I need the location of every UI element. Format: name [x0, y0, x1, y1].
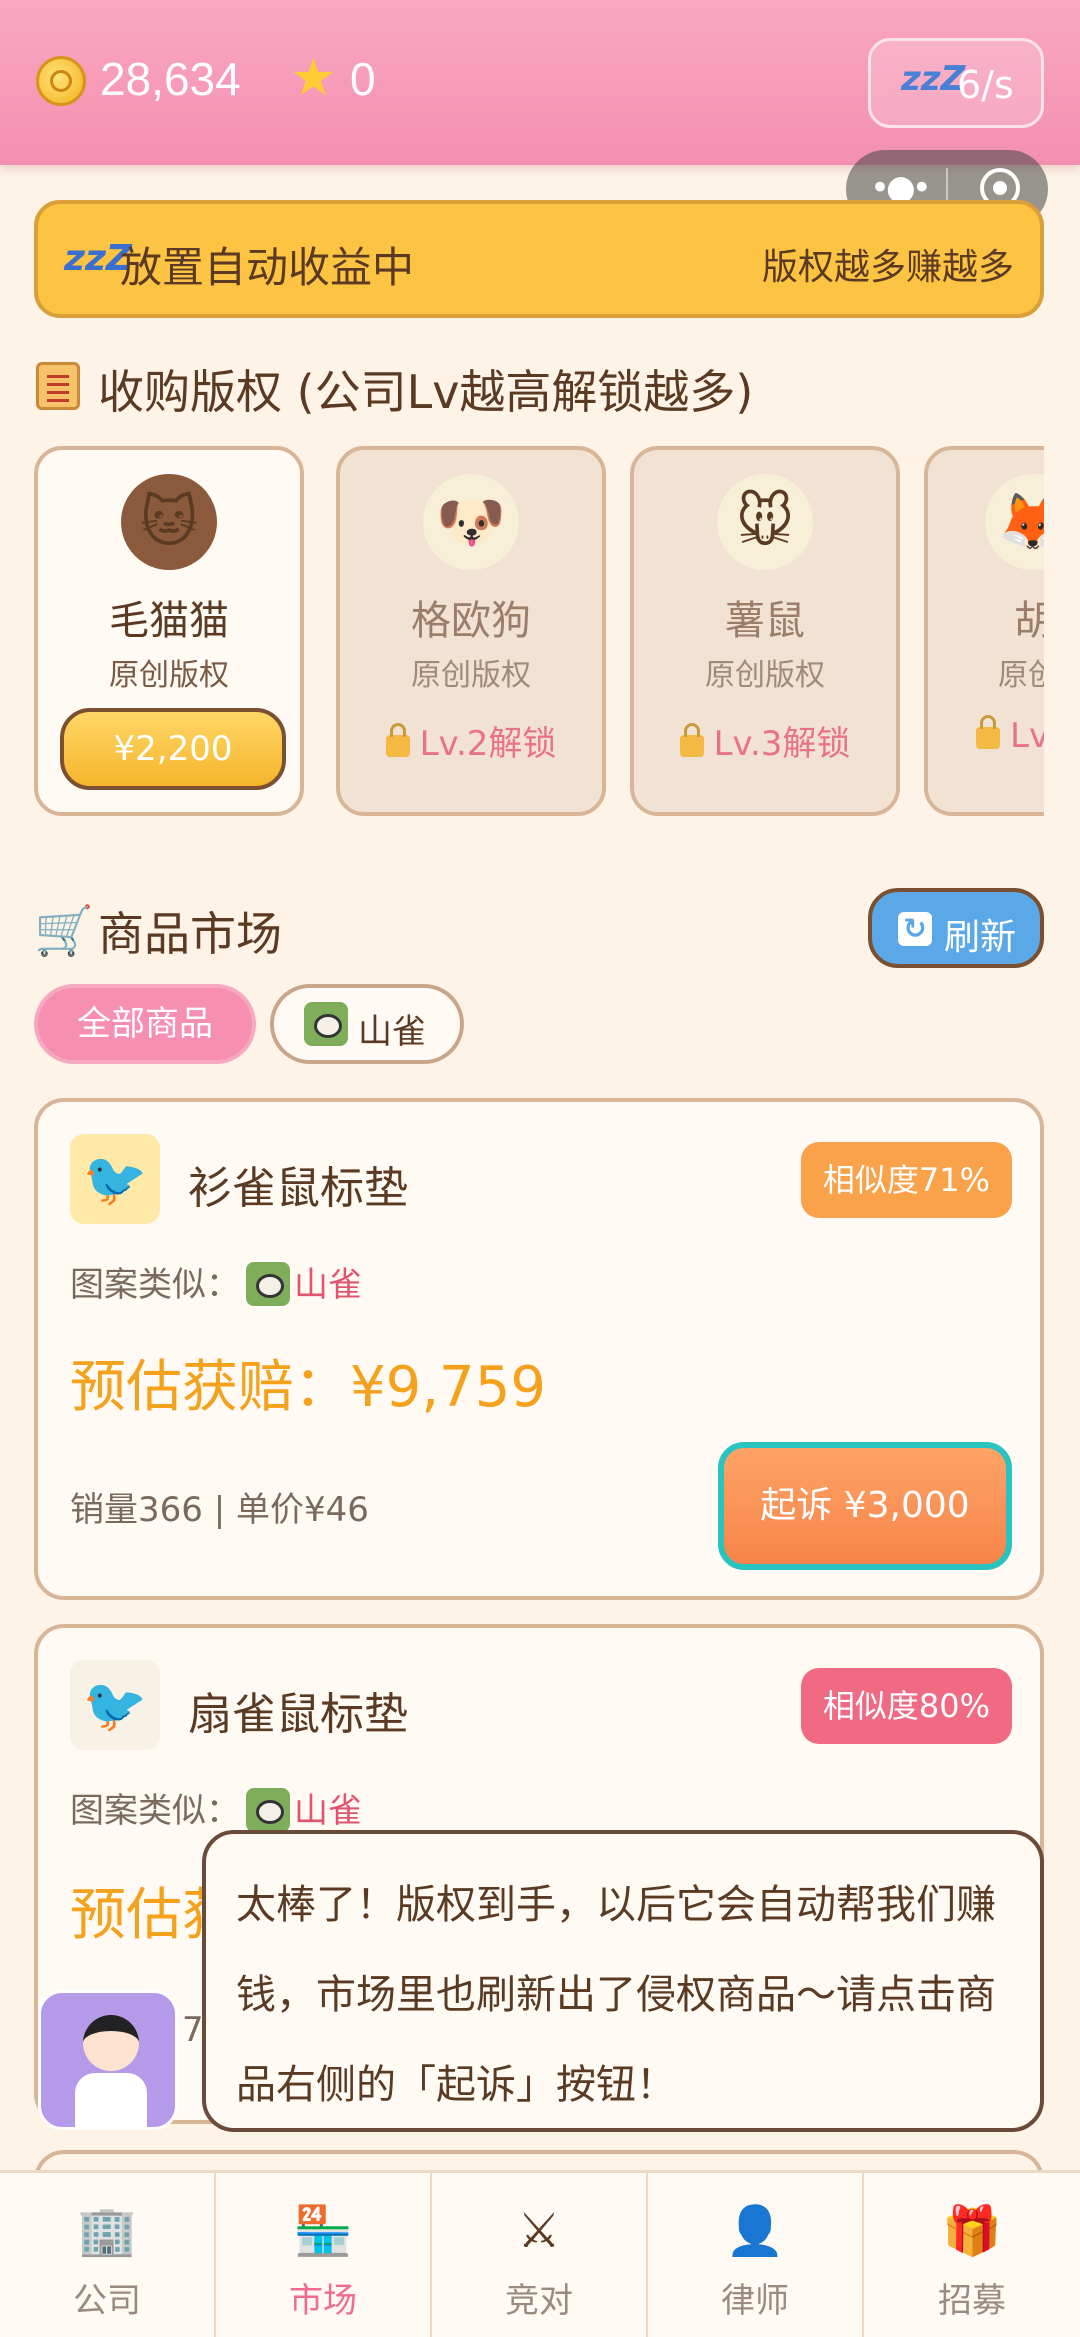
pattern-similar: 图案类似： 山雀 — [70, 1778, 362, 1832]
gift-icon: 🎁 — [942, 2203, 1002, 2259]
star-count: 0 — [350, 53, 376, 105]
cat-icon: 🐱 — [121, 474, 217, 570]
copyright-card-list[interactable]: 🐱 毛猫猫 原创版权 ¥2,200 🐶 格欧狗 原创版权 Lv.2解锁 🐭 薯鼠… — [34, 446, 1044, 821]
bird-icon — [304, 1002, 348, 1046]
similarity-badge: 相似度80% — [800, 1668, 1012, 1744]
refresh-icon: ↻ — [898, 912, 932, 946]
card-name: 毛猫猫 — [109, 598, 229, 644]
filter-tit-bird[interactable]: 山雀 — [270, 984, 464, 1064]
lock-icon — [976, 715, 1000, 749]
sales-info: 销量366 | 单价¥46 — [70, 1490, 369, 1530]
copyright-card[interactable]: 🐱 毛猫猫 原创版权 ¥2,200 — [34, 446, 304, 816]
bottom-nav: 🏢 公司 🏪 市场 ⚔ 竞对 👤 律师 🎁 招募 — [0, 2170, 1080, 2337]
nav-lawyer[interactable]: 👤 律师 — [648, 2173, 864, 2337]
swords-icon: ⚔ — [517, 2203, 561, 2259]
similarity-badge: 相似度71% — [800, 1142, 1012, 1218]
lock-icon — [679, 723, 704, 757]
scroll-icon — [36, 362, 80, 410]
copyright-card[interactable]: 🦊 胡 原创 Lv — [924, 446, 1044, 816]
bird-icon — [246, 1788, 290, 1832]
nav-company[interactable]: 🏢 公司 — [0, 2173, 216, 2337]
pattern-similar: 图案类似： 山雀 — [70, 1252, 362, 1306]
market-icon: 🏪 — [293, 2203, 353, 2259]
star-icon: ★ — [290, 48, 337, 108]
lawyer-icon: 👤 — [725, 2203, 785, 2259]
bird-mousepad-icon: 🐦 — [70, 1134, 160, 1224]
top-bar: 28,634 ★ 0 zzZ 6/s — [0, 0, 1080, 165]
card-type: 原创版权 — [705, 658, 825, 693]
card-type: 原创版权 — [411, 658, 531, 693]
product-card: 🐦 衫雀鼠标垫 相似度71% 图案类似： 山雀 预估获赔：¥9,759 销量366… — [34, 1098, 1044, 1600]
sleep-zz-icon: zzZ — [901, 59, 966, 99]
nav-market[interactable]: 🏪 市场 — [216, 2173, 432, 2337]
lock-icon — [385, 723, 410, 757]
copyright-section-title: 收购版权 (公司Lv越高解锁越多) — [98, 365, 754, 419]
estimated-compensation: 预估获赔：¥9,759 — [70, 1355, 546, 1420]
sue-button[interactable]: 起诉 ¥3,000 — [718, 1442, 1012, 1570]
bird-mousepad-icon: 🐦 — [70, 1660, 160, 1750]
copyright-card[interactable]: 🐭 薯鼠 原创版权 Lv.3解锁 — [630, 446, 900, 816]
guide-avatar — [38, 1990, 178, 2130]
guide-speech-bubble[interactable]: 太棒了！版权到手，以后它会自动帮我们赚钱，市场里也刷新出了侵权商品～请点击商品右… — [202, 1830, 1044, 2132]
cart-icon: 🛒 — [34, 903, 94, 959]
unlock-requirement: Lv.2解锁 — [340, 716, 602, 765]
idle-income-banner: zzZ 放置自动收益中 版权越多赚越多 — [34, 200, 1044, 318]
mouse-icon: 🐭 — [717, 474, 813, 570]
idle-rate-badge[interactable]: zzZ 6/s — [868, 38, 1044, 128]
banner-title: 放置自动收益中 — [120, 243, 415, 292]
card-name: 格欧狗 — [411, 598, 531, 644]
company-icon: 🏢 — [77, 2203, 137, 2259]
fox-icon: 🦊 — [984, 474, 1044, 570]
product-name: 衫雀鼠标垫 — [188, 1163, 408, 1214]
market-section-title: 商品市场 — [98, 907, 282, 961]
nav-recruit[interactable]: 🎁 招募 — [864, 2173, 1080, 2337]
filter-all-products[interactable]: 全部商品 — [34, 984, 256, 1064]
idle-rate: 6/s — [957, 63, 1014, 107]
product-name: 扇雀鼠标垫 — [188, 1689, 408, 1740]
copyright-card[interactable]: 🐶 格欧狗 原创版权 Lv.2解锁 — [336, 446, 606, 816]
unlock-requirement: Lv — [928, 715, 1044, 756]
sales-info: 7 — [182, 2010, 204, 2050]
card-name: 胡 — [1014, 598, 1044, 644]
nav-rivals[interactable]: ⚔ 竞对 — [432, 2173, 648, 2337]
coin-icon — [36, 56, 86, 106]
card-name: 薯鼠 — [725, 598, 805, 644]
unlock-requirement: Lv.3解锁 — [634, 716, 896, 765]
card-type: 原创版权 — [109, 658, 229, 693]
coin-count: 28,634 — [100, 53, 241, 105]
buy-copyright-button[interactable]: ¥2,200 — [60, 708, 286, 790]
card-type: 原创 — [998, 658, 1044, 693]
banner-hint: 版权越多赚越多 — [761, 247, 1014, 288]
dog-icon: 🐶 — [423, 474, 519, 570]
bird-icon — [246, 1262, 290, 1306]
refresh-button[interactable]: ↻ 刷新 — [868, 888, 1044, 968]
